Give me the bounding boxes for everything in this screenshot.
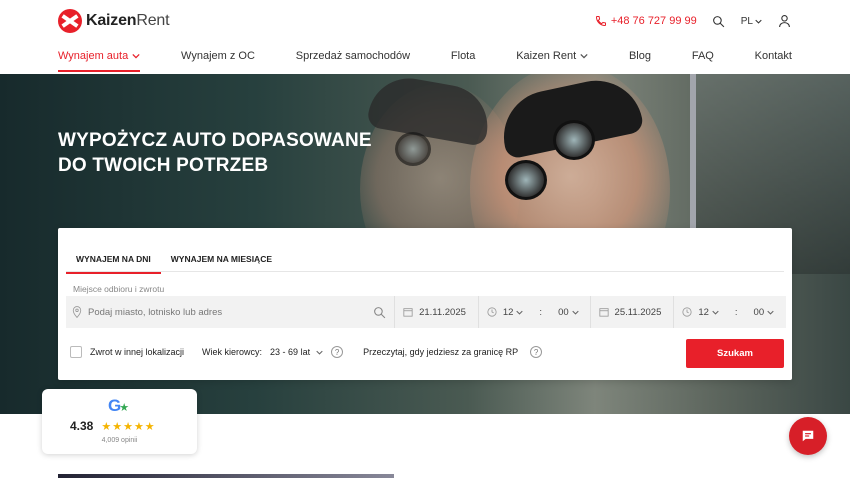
account-button[interactable]: [776, 13, 792, 29]
search-submit-button[interactable]: Szukam: [686, 339, 784, 368]
tab-monthly[interactable]: WYNAJEM NA MIESIĄCE: [161, 246, 282, 274]
return-date-field[interactable]: 25.11.2025: [591, 296, 675, 328]
help-icon[interactable]: ?: [331, 346, 344, 358]
divider: [66, 271, 784, 272]
chevron-down-icon: [571, 310, 579, 315]
chevron-down-icon: [767, 310, 774, 315]
main-nav: Wynajem auta Wynajem z OC Sprzedaż samoc…: [58, 50, 792, 72]
section-image-preview: [58, 474, 394, 478]
location-input[interactable]: Podaj miasto, lotnisko lub adres: [66, 296, 396, 328]
nav-item-kaizen-rent[interactable]: Kaizen Rent: [516, 50, 588, 72]
pickup-hour-select[interactable]: 12: [503, 307, 524, 318]
calendar-icon: [598, 308, 609, 317]
location-placeholder: Podaj miasto, lotnisko lub adres: [88, 306, 223, 318]
review-count: 4,009 opinii: [101, 437, 138, 444]
search-icon: [713, 15, 725, 27]
site-header: KaizenRent +48 76 727 99 99 PL Wynajem a…: [0, 0, 850, 74]
time-separator: :: [734, 306, 738, 318]
nav-item-faq[interactable]: FAQ: [692, 50, 714, 72]
location-label: Miejsce odbioru i zwrotu: [73, 284, 165, 294]
chevron-down-icon: [516, 310, 524, 315]
nav-item-flota[interactable]: Flota: [451, 50, 475, 72]
logo-icon: [58, 9, 82, 33]
nav-item-wynajem-auta[interactable]: Wynajem auta: [58, 50, 141, 72]
language-label: PL: [740, 15, 753, 27]
phone-number: +48 76 727 99 99: [610, 15, 697, 27]
search-button[interactable]: [711, 13, 727, 29]
search-row: Podaj miasto, lotnisko lub adres 21.11.2…: [66, 296, 786, 328]
pickup-minute-select[interactable]: 00: [558, 307, 579, 318]
hero-image-sunglasses: [553, 120, 595, 160]
nav-item-wynajem-z-oc[interactable]: Wynajem z OC: [181, 50, 255, 72]
return-time-field[interactable]: 12 : 00: [674, 296, 786, 328]
return-hour-select[interactable]: 12: [698, 307, 719, 318]
return-elsewhere-label: Zwrot w innej lokalizacji: [90, 347, 185, 357]
rating-stars: ★★★★★: [101, 420, 156, 433]
return-minute-select[interactable]: 00: [754, 307, 775, 318]
hero-image-sunglasses: [505, 160, 547, 200]
chevron-down-icon: [132, 53, 140, 59]
clock-icon: [487, 307, 497, 317]
phone-icon: [595, 16, 606, 27]
calendar-icon: [403, 308, 413, 317]
booking-tabs: WYNAJEM NA DNI WYNAJEM NA MIESIĄCE: [66, 246, 282, 274]
location-pin-icon: [72, 306, 82, 318]
pickup-time-field[interactable]: 12 : 00: [479, 296, 591, 328]
chevron-down-icon: [712, 310, 719, 315]
time-separator: :: [539, 306, 543, 318]
clock-icon: [682, 307, 692, 317]
google-icon: G★: [108, 396, 130, 415]
chat-icon: [802, 430, 814, 442]
help-icon[interactable]: ?: [530, 346, 543, 358]
logo[interactable]: KaizenRent: [58, 9, 170, 33]
tab-daily[interactable]: WYNAJEM NA DNI: [66, 246, 161, 274]
user-icon: [778, 15, 790, 28]
border-info-link[interactable]: Przeczytaj, gdy jedziesz za granicę RP: [363, 347, 518, 357]
return-date: 25.11.2025: [614, 306, 662, 318]
chevron-down-icon: [755, 19, 762, 24]
hero-image-sunglasses: [395, 132, 431, 166]
booking-panel: WYNAJEM NA DNI WYNAJEM NA MIESIĄCE Miejs…: [58, 228, 792, 380]
topbar: +48 76 727 99 99 PL: [595, 13, 792, 29]
pickup-date: 21.11.2025: [419, 306, 466, 318]
nav-item-kontakt[interactable]: Kontakt: [755, 50, 792, 72]
google-rating-card[interactable]: G★ 4.38 ★★★★★ 4,009 opinii: [42, 389, 197, 454]
chevron-down-icon: [316, 350, 323, 355]
chat-button[interactable]: [789, 417, 827, 455]
age-select[interactable]: 23 - 69 lat: [270, 347, 323, 357]
nav-item-sprzedaz[interactable]: Sprzedaż samochodów: [296, 50, 410, 72]
pickup-date-field[interactable]: 21.11.2025: [395, 296, 479, 328]
return-elsewhere-checkbox[interactable]: [70, 346, 82, 358]
phone-link[interactable]: +48 76 727 99 99: [595, 15, 697, 27]
booking-options: Zwrot w innej lokalizacji Wiek kierowcy:…: [70, 346, 786, 358]
chevron-down-icon: [580, 53, 588, 59]
search-icon[interactable]: [373, 306, 386, 319]
rating-score: 4.38: [70, 419, 94, 433]
logo-text: KaizenRent: [86, 12, 170, 29]
language-selector[interactable]: PL: [741, 16, 762, 27]
hero-title: WYPOŻYCZ AUTO DOPASOWANE DO TWOICH POTRZ…: [58, 130, 372, 176]
age-label: Wiek kierowcy:: [202, 347, 263, 357]
nav-item-blog[interactable]: Blog: [629, 50, 651, 72]
